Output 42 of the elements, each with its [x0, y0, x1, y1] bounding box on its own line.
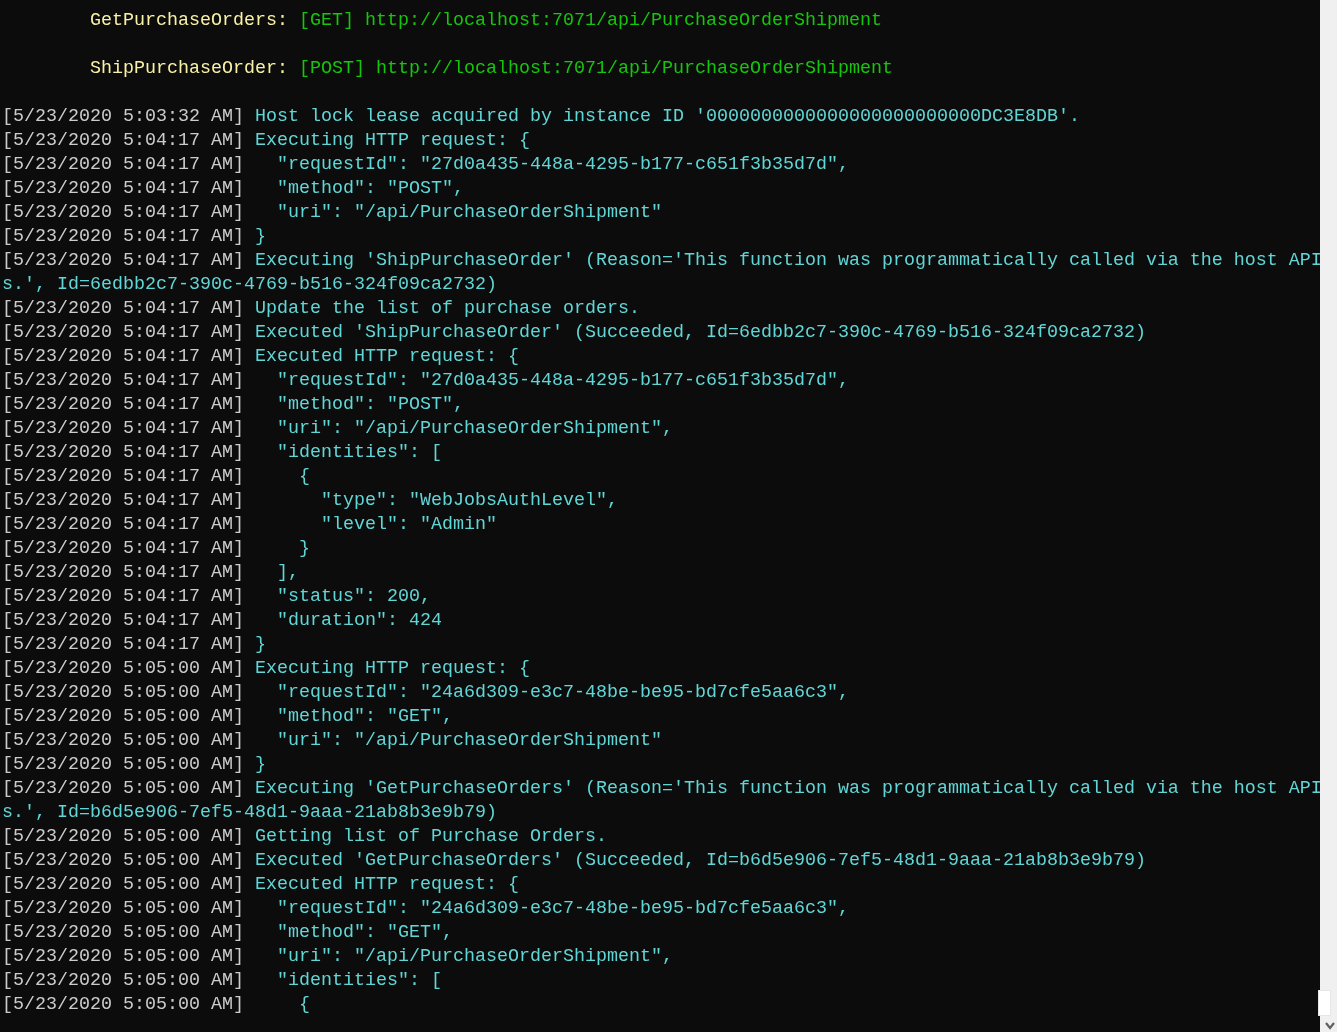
log-line: [5/23/2020 5:05:00 AM] "method": "GET",: [2, 921, 454, 945]
function-url: http://localhost:7071/api/PurchaseOrderShipment: [375, 58, 893, 79]
log-line: [5/23/2020 5:04:17 AM] Update the list of purchase orders.: [2, 297, 641, 321]
log-line: [5/23/2020 5:04:17 AM] "method": "POST",: [2, 393, 465, 417]
log-line: [5/23/2020 5:04:17 AM] "status": 200,: [2, 585, 432, 609]
log-line: [5/23/2020 5:05:00 AM] Executing 'GetPurchaseOrders' (Reason='This function was programmatically called via the host APIs.', Id=b6d5e906-7ef5-48d1-9aaa-21ab8b3e9b79): [2, 777, 1320, 825]
log-line: [5/23/2020 5:04:17 AM] "level": "Admin": [2, 513, 498, 537]
log-line: [5/23/2020 5:04:17 AM] Executed HTTP request: {: [2, 345, 520, 369]
log-line: [5/23/2020 5:04:17 AM] "uri": "/api/PurchaseOrderShipment": [2, 201, 663, 225]
log-line: [5/23/2020 5:04:17 AM] Executed 'ShipPurchaseOrder' (Succeeded, Id=6edbb2c7-390c-4769-b516-324f09ca2732): [2, 321, 1147, 345]
log-line: [5/23/2020 5:04:17 AM] }: [2, 537, 311, 561]
function-name: GetPurchaseOrders:: [90, 10, 288, 31]
http-method: [POST]: [298, 58, 365, 79]
log-line: [5/23/2020 5:05:00 AM] "identities": [: [2, 969, 443, 993]
log-line: [5/23/2020 5:05:00 AM] {: [2, 993, 311, 1017]
log-line: [5/23/2020 5:05:00 AM] Executed 'GetPurchaseOrders' (Succeeded, Id=b6d5e906-7ef5-48d1-9aaa-21ab8b3e9b79): [2, 849, 1147, 873]
log-line: [5/23/2020 5:04:17 AM] ],: [2, 561, 300, 585]
log-line: [5/23/2020 5:04:17 AM] "requestId": "27d0a435-448a-4295-b177-c651f3b35d7d",: [2, 369, 850, 393]
log-line: [5/23/2020 5:04:17 AM] {: [2, 465, 311, 489]
log-line: [5/23/2020 5:04:17 AM] "uri": "/api/PurchaseOrderShipment",: [2, 417, 674, 441]
log-line: [5/23/2020 5:04:17 AM] "method": "POST",: [2, 177, 465, 201]
log-line: [5/23/2020 5:04:17 AM] "identities": [: [2, 441, 443, 465]
log-line: [5/23/2020 5:05:00 AM] "requestId": "24a6d309-e3c7-48be-be95-bd7cfe5aa6c3",: [2, 897, 850, 921]
log-line: [5/23/2020 5:05:00 AM] "method": "GET",: [2, 705, 454, 729]
log-line: [5/23/2020 5:05:00 AM] "uri": "/api/PurchaseOrderShipment",: [2, 945, 674, 969]
function-name: ShipPurchaseOrder:: [90, 58, 288, 79]
log-line: [5/23/2020 5:03:32 AM] Host lock lease acquired by instance ID '0000000000000000000000000DC3E8DB'.: [2, 105, 1081, 129]
log-line: [5/23/2020 5:05:00 AM] Executing HTTP request: {: [2, 657, 531, 681]
log-line: [5/23/2020 5:05:00 AM] Executed HTTP request: {: [2, 873, 520, 897]
log-line: [5/23/2020 5:05:00 AM] "requestId": "24a6d309-e3c7-48be-be95-bd7cfe5aa6c3",: [2, 681, 850, 705]
log-line: [5/23/2020 5:04:17 AM] Executing HTTP request: {: [2, 129, 531, 153]
log-line: [5/23/2020 5:05:00 AM] "uri": "/api/PurchaseOrderShipment": [2, 729, 663, 753]
log-line: [5/23/2020 5:04:17 AM] "requestId": "27d0a435-448a-4295-b177-c651f3b35d7d",: [2, 153, 850, 177]
function-url: http://localhost:7071/api/PurchaseOrderShipment: [364, 10, 882, 31]
log-line: [5/23/2020 5:04:17 AM] "type": "WebJobsAuthLevel",: [2, 489, 619, 513]
log-line: [5/23/2020 5:04:17 AM] }: [2, 633, 267, 657]
http-method: [GET]: [298, 10, 354, 31]
log-line: [5/23/2020 5:05:00 AM] Getting list of Purchase Orders.: [2, 825, 608, 849]
log-line: [5/23/2020 5:05:00 AM] }: [2, 753, 267, 777]
log-line: [5/23/2020 5:04:17 AM] }: [2, 225, 267, 249]
log-line: [5/23/2020 5:04:17 AM] "duration": 424: [2, 609, 443, 633]
log-line: [5/23/2020 5:04:17 AM] Executing 'ShipPurchaseOrder' (Reason='This function was programmatically called via the host APIs.', Id=6edbb2c7-390c-4769-b516-324f09ca2732): [2, 249, 1320, 297]
